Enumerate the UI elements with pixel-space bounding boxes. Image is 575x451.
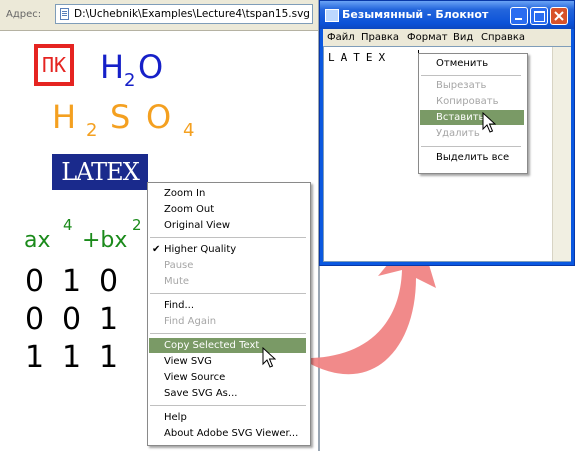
latex-logo-text: LATEX: [61, 158, 140, 186]
checkmark-icon: ✔: [152, 244, 161, 255]
latex-logo: LATEX: [52, 154, 148, 190]
menu-item-paste[interactable]: Вставить: [436, 112, 484, 123]
menu-item-find[interactable]: Find...: [164, 300, 194, 311]
notepad-titlebar[interactable]: Безымянный - Блокнот: [320, 1, 574, 29]
address-label: Адрес:: [6, 9, 42, 20]
menu-format[interactable]: Формат: [407, 32, 448, 43]
close-icon: [554, 11, 564, 21]
menu-file[interactable]: Файл: [327, 32, 355, 43]
address-bar: Адрес: D:\Uchebnik\Examples\Lecture4\tsp…: [0, 0, 318, 31]
menu-item-mute: Mute: [164, 276, 190, 287]
menu-item-select-all[interactable]: Выделить все: [436, 152, 509, 163]
minimize-button[interactable]: [510, 7, 528, 25]
menu-view[interactable]: Вид: [453, 32, 473, 43]
menu-item-pause: Pause: [164, 260, 194, 271]
address-input[interactable]: D:\Uchebnik\Examples\Lecture4\tspan15.sv…: [55, 4, 313, 24]
matrix-cell: 1: [62, 264, 82, 299]
menu-separator: [150, 405, 306, 406]
menu-item-copy: Копировать: [436, 96, 499, 107]
menu-item-higher-quality[interactable]: Higher Quality: [164, 244, 236, 255]
close-button[interactable]: [550, 7, 568, 25]
matrix-cell: 0: [25, 302, 45, 337]
pk-logo-text: ПК: [42, 53, 67, 77]
matrix-cell: 1: [62, 340, 82, 375]
menu-separator: [150, 293, 306, 294]
h2so4-s: S: [110, 98, 131, 136]
matrix-cell: 0: [99, 264, 119, 299]
menu-separator: [150, 237, 306, 238]
matrix-cell: 0: [25, 264, 45, 299]
formula-exp2: 2: [132, 216, 142, 234]
mouse-cursor-icon: [482, 112, 496, 133]
menu-item-zoom-out[interactable]: Zoom Out: [164, 204, 214, 215]
maximize-button[interactable]: [530, 7, 548, 25]
minimize-icon: [515, 18, 522, 20]
notepad-menubar: Файл Правка Формат Вид Справка: [323, 29, 571, 46]
notepad-text: LATEX: [328, 51, 392, 64]
matrix-cell: 1: [25, 340, 45, 375]
vertical-scrollbar[interactable]: [552, 47, 571, 261]
mouse-cursor-icon: [262, 347, 276, 368]
menu-item-undo[interactable]: Отменить: [436, 58, 488, 69]
window-title: Безымянный - Блокнот: [342, 8, 489, 21]
formula-bx: +bx: [82, 228, 128, 253]
formula-ax: ax: [24, 228, 51, 253]
menu-item-save-svg-as[interactable]: Save SVG As...: [164, 388, 237, 399]
menu-item-view-svg[interactable]: View SVG: [164, 356, 212, 367]
notepad-context-menu: Отменить Вырезать Копировать Вставить Уд…: [418, 53, 528, 174]
h2so4-o: O: [146, 98, 172, 136]
document-icon: [60, 8, 69, 20]
menu-item-original-view[interactable]: Original View: [164, 220, 230, 231]
matrix-cell: 0: [62, 302, 82, 337]
menu-separator: [421, 146, 521, 147]
h2so4-sub4: 4: [183, 120, 195, 141]
menu-help[interactable]: Справка: [481, 32, 525, 43]
maximize-icon: [534, 11, 545, 22]
menu-item-help[interactable]: Help: [164, 412, 187, 423]
menu-separator: [421, 75, 521, 76]
menu-item-zoom-in[interactable]: Zoom In: [164, 188, 205, 199]
h2so4-sub2: 2: [86, 120, 98, 141]
h2o-subscript: 2: [124, 70, 136, 91]
menu-edit[interactable]: Правка: [361, 32, 399, 43]
h2o-o: O: [138, 48, 164, 86]
h2o-h: H: [100, 48, 125, 86]
matrix-cell: 1: [99, 340, 119, 375]
menu-item-copy-selected-text[interactable]: Copy Selected Text: [164, 340, 259, 351]
menu-item-find-again: Find Again: [164, 316, 217, 327]
menu-item-cut: Вырезать: [436, 80, 487, 91]
notepad-icon: [325, 9, 339, 22]
menu-item-view-source[interactable]: View Source: [164, 372, 225, 383]
address-value: D:\Uchebnik\Examples\Lecture4\tspan15.sv…: [74, 8, 310, 20]
menu-separator: [150, 333, 306, 334]
h2so4-h: H: [52, 98, 77, 136]
formula-exp4: 4: [63, 216, 73, 234]
svg-context-menu: Zoom In Zoom Out Original View ✔ Higher …: [147, 182, 311, 446]
menu-item-delete: Удалить: [436, 128, 480, 139]
matrix-cell: 1: [99, 302, 119, 337]
menu-item-about[interactable]: About Adobe SVG Viewer...: [164, 428, 298, 439]
